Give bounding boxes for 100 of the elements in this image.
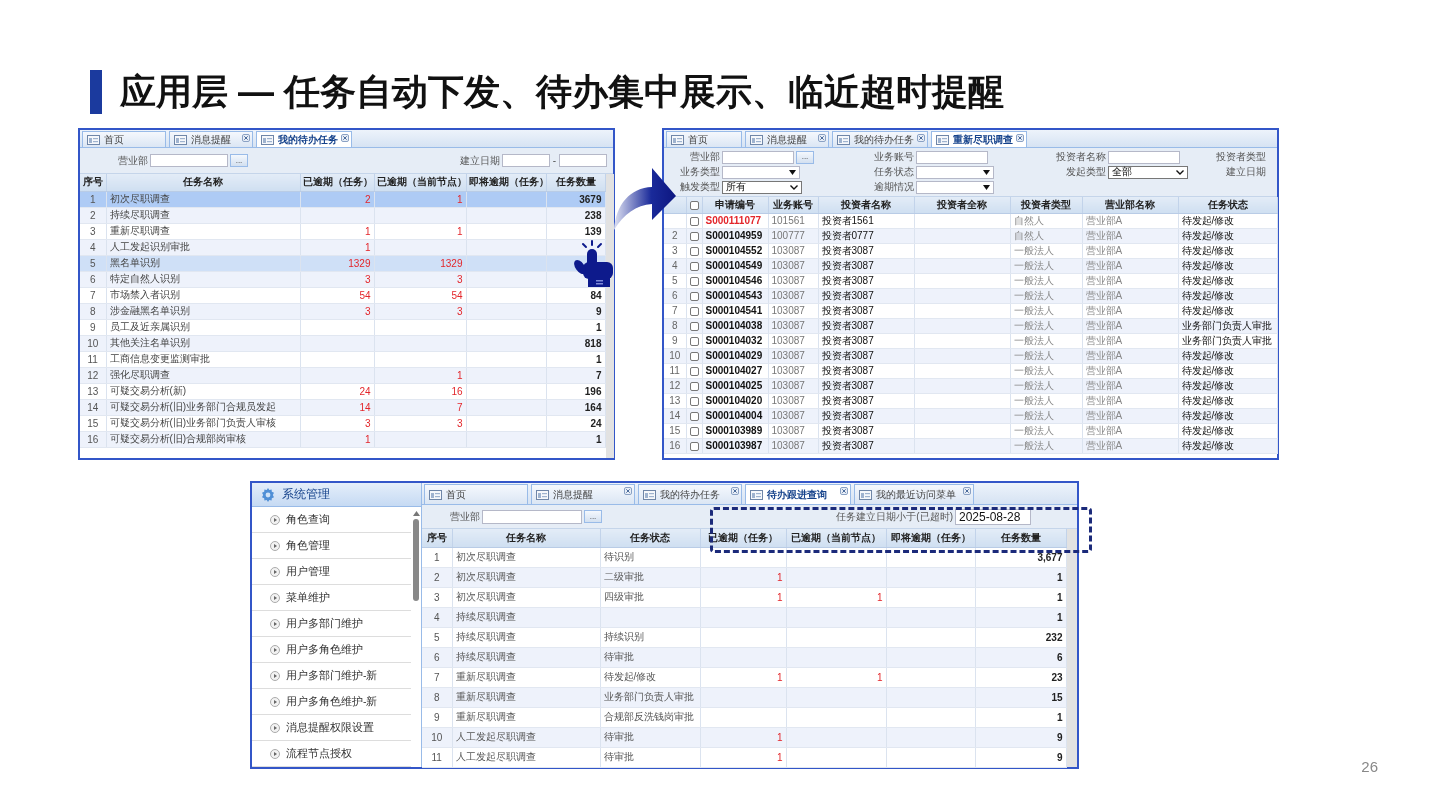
column-header: 投资者类型	[1010, 197, 1082, 213]
menu-item[interactable]: 流程节点授权	[252, 741, 411, 767]
scroll-up-icon[interactable]	[412, 511, 420, 516]
close-icon[interactable]	[917, 134, 925, 142]
checkbox[interactable]	[689, 321, 699, 331]
column-header: 投资者全称	[914, 197, 1010, 213]
browse-button[interactable]: ...	[230, 154, 248, 167]
close-icon[interactable]	[840, 487, 848, 495]
menu-item[interactable]: 用户管理	[252, 559, 411, 585]
tab[interactable]: 首页	[82, 131, 166, 147]
tab[interactable]: 消息提醒	[531, 484, 635, 504]
menu-item[interactable]: 角色查询	[252, 507, 411, 533]
table-cell: 持续尽职调查	[452, 607, 600, 627]
tab[interactable]: 待办跟进查询	[745, 484, 851, 504]
table-cell: 16	[374, 383, 466, 399]
table-cell: 12	[80, 367, 106, 383]
text-field[interactable]	[916, 150, 988, 164]
table-cell: 一般法人	[1010, 303, 1082, 318]
table-cell: 可疑交易分析(旧)业务部门合规员发起	[106, 399, 300, 415]
window-icon	[174, 134, 187, 145]
dropdown[interactable]: 所有	[722, 180, 802, 194]
table-cell: 待发起/修改	[1178, 258, 1277, 273]
menu-item[interactable]: 用户多部门维护-新	[252, 663, 411, 689]
checkbox[interactable]	[689, 276, 699, 286]
tab[interactable]: 我的待办任务	[832, 131, 928, 147]
menu-item[interactable]: 用户多角色维护-新	[252, 689, 411, 715]
close-icon[interactable]	[1016, 134, 1024, 142]
checkbox[interactable]	[689, 411, 699, 421]
checkbox[interactable]	[689, 246, 699, 256]
checkbox[interactable]	[689, 366, 699, 376]
menu-item[interactable]: 用户多角色维护	[252, 637, 411, 663]
date-field[interactable]	[501, 154, 550, 167]
close-icon[interactable]	[731, 487, 739, 495]
table-cell: 10	[664, 348, 686, 363]
text-field[interactable]	[482, 509, 582, 524]
checkbox[interactable]	[689, 216, 699, 226]
close-icon[interactable]	[341, 134, 349, 142]
scrollbar-thumb[interactable]	[413, 519, 419, 601]
table-cell: 3	[300, 271, 374, 287]
menu-item[interactable]: 用户多部门维护	[252, 611, 411, 637]
play-icon	[270, 696, 280, 707]
tab[interactable]: 我的待办任务	[638, 484, 742, 504]
close-icon[interactable]	[242, 134, 250, 142]
table-cell: 3	[374, 415, 466, 431]
table-cell: 待发起/修改	[1178, 363, 1277, 378]
menu-item[interactable]: 消息提醒权限设置	[252, 715, 411, 741]
checkbox[interactable]	[689, 351, 699, 361]
checkbox[interactable]	[689, 231, 699, 241]
table-cell: 涉金融黑名单识别	[106, 303, 300, 319]
checkbox[interactable]	[689, 336, 699, 346]
table-cell: 一般法人	[1010, 318, 1082, 333]
table-cell: 市场禁入者识别	[106, 287, 300, 303]
checkbox[interactable]	[689, 201, 699, 211]
table-cell: S000111077	[702, 213, 768, 228]
table-cell: 投资者3087	[818, 288, 914, 303]
checkbox[interactable]	[689, 441, 699, 451]
table-cell: 投资者3087	[818, 378, 914, 393]
text-field[interactable]	[1108, 150, 1180, 164]
checkbox[interactable]	[689, 261, 699, 271]
field-label: 业务类型	[679, 165, 720, 179]
checkbox[interactable]	[689, 396, 699, 406]
column-header: 序号	[422, 529, 452, 547]
checkbox[interactable]	[689, 291, 699, 301]
table-cell: 1	[546, 319, 605, 335]
scrollbar[interactable]	[1066, 529, 1077, 767]
tab[interactable]: 我的最近访问菜单	[854, 484, 974, 504]
scrollbar[interactable]	[605, 174, 614, 458]
browse-button[interactable]: ...	[584, 510, 602, 523]
table-cell: 员工及近亲属识别	[106, 319, 300, 335]
checkbox[interactable]	[689, 381, 699, 391]
tab[interactable]: 我的待办任务	[256, 131, 352, 147]
table-cell: 6	[80, 271, 106, 287]
text-field[interactable]	[722, 150, 794, 164]
column-header: 任务名称	[452, 529, 600, 547]
gear-icon	[260, 486, 276, 503]
column-header: 已逾期（当前节点）	[786, 529, 886, 547]
browse-button[interactable]: ...	[796, 150, 814, 164]
tab[interactable]: 首页	[666, 131, 742, 147]
text-field[interactable]	[150, 154, 228, 167]
checkbox[interactable]	[689, 426, 699, 436]
close-icon[interactable]	[624, 487, 632, 495]
table-cell: 7	[664, 303, 686, 318]
menu-item[interactable]: 角色管理	[252, 533, 411, 559]
window-icon	[750, 134, 763, 145]
table-cell: S000104020	[702, 393, 768, 408]
table-cell: 待发起/修改	[1178, 213, 1277, 228]
tab[interactable]: 首页	[424, 484, 528, 504]
close-icon[interactable]	[963, 487, 971, 495]
close-icon[interactable]	[818, 134, 826, 142]
date-field[interactable]	[559, 154, 607, 167]
table-cell: 13	[80, 383, 106, 399]
dropdown[interactable]: 全部	[1108, 165, 1188, 179]
tab[interactable]: 消息提醒	[169, 131, 253, 147]
date-field[interactable]: 2025-08-28	[955, 508, 1031, 525]
table-cell: 一般法人	[1010, 408, 1082, 423]
menu-item[interactable]: 菜单维护	[252, 585, 411, 611]
checkbox[interactable]	[689, 306, 699, 316]
tab[interactable]: 重新尽职调查	[931, 131, 1027, 147]
table-cell: 23	[975, 667, 1066, 687]
tab[interactable]: 消息提醒	[745, 131, 829, 147]
